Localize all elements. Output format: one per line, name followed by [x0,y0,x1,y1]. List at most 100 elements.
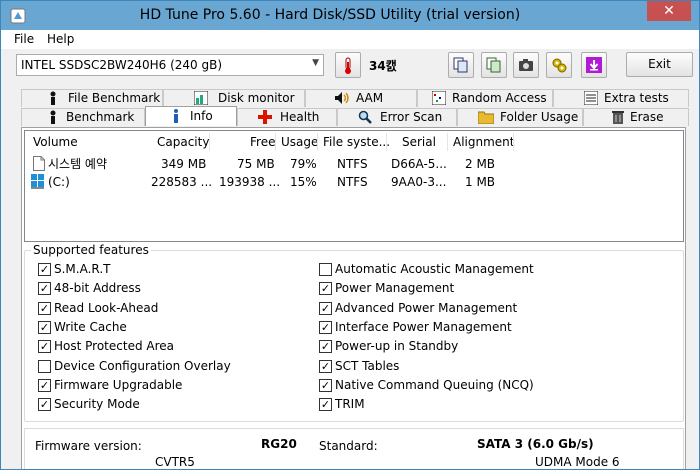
tab-strip: File Benchmark Disk monitor AAM Random A… [1,89,699,127]
tab-aam[interactable]: AAM [305,89,417,107]
tab-disk-monitor[interactable]: Disk monitor [163,89,305,107]
menu-file[interactable]: File [14,32,34,46]
unchecked-box-icon[interactable] [38,359,51,373]
drive-select[interactable]: INTEL SSDSC2BW240H6 (240 gB) ▼ [16,54,324,76]
tab-info[interactable]: Info [145,106,237,126]
extra-tests-icon [584,91,598,105]
temperature-value: 34캜 [369,59,397,73]
column-header-filesystem[interactable]: File syste... [323,131,390,153]
random-access-icon [432,91,446,105]
column-divider [209,133,210,151]
toolbar: INTEL SSDSC2BW240H6 (240 gB) ▼ 34캜 Exit [1,49,699,89]
temperature-button[interactable] [335,52,361,78]
health-cross-icon [258,110,272,124]
chart-icon [194,91,208,105]
drive-select-value: INTEL SSDSC2BW240H6 (240 gB) [21,58,223,72]
tab-benchmark[interactable]: Benchmark [21,108,145,126]
menu-help[interactable]: Help [47,32,74,46]
tab-label: AAM [356,91,384,105]
firmware-label: Firmware version: [35,439,142,453]
benchmark-icon [50,110,56,124]
checkmark-icon[interactable]: ✓ [38,378,51,392]
volume-capacity: 228583 ... [151,175,213,189]
standard-value: SATA 3 (6.0 Gb/s) [477,437,594,451]
feature-label: SCT Tables [335,358,400,373]
tab-erase[interactable]: Erase [583,108,689,126]
screenshot-button[interactable] [513,52,539,78]
info-panel: Volume Capacity Free Usage File syste...… [21,127,686,469]
feature-label: Firmware Upgradable [54,377,183,392]
volume-free: 193938 ... [219,175,281,189]
ultra-dma-value: UDMA Mode 6 [535,455,620,469]
trash-icon [612,111,624,124]
tab-label: Benchmark [66,110,135,124]
tab-extra-tests[interactable]: Extra tests [553,89,689,107]
feature-label: Write Cache [54,319,127,334]
checkmark-icon[interactable]: ✓ [319,301,332,315]
menu-bar: File Help [1,30,699,49]
tab-folder-usage[interactable]: Folder Usage [457,108,583,126]
info-icon [174,109,178,123]
options-button[interactable] [546,52,572,78]
column-header-capacity[interactable]: Capacity [157,131,209,153]
checkmark-icon[interactable]: ✓ [319,378,332,392]
camera-icon [519,59,533,71]
checkmark-icon[interactable]: ✓ [38,340,51,354]
column-divider [275,133,276,151]
volume-filesystem: NTFS [337,157,368,171]
volume-alignment: 1 MB [465,175,496,189]
serial-number-value: CVTR5 [155,455,195,469]
checkmark-icon[interactable]: ✓ [319,282,332,296]
checkmark-icon[interactable]: ✓ [319,398,332,412]
thermometer-icon [345,57,351,74]
window-title: HD Tune Pro 5.60 - Hard Disk/SSD Utility… [139,7,521,23]
copy-text-button[interactable] [448,52,474,78]
column-header-usage[interactable]: Usage [281,131,318,153]
column-header-volume[interactable]: Volume [33,131,78,153]
tab-label: Disk monitor [218,91,295,105]
tab-file-benchmark[interactable]: File Benchmark [21,89,163,107]
checkmark-icon[interactable]: ✓ [38,301,51,315]
feature-label: 48-bit Address [54,281,141,296]
folder-icon [478,111,494,124]
feature-label: Automatic Acoustic Management [335,262,534,276]
volume-name: 시스템 예약 [48,157,108,171]
volume-filesystem: NTFS [337,175,368,189]
checkmark-icon[interactable]: ✓ [319,359,332,373]
checkmark-icon[interactable]: ✓ [38,263,51,276]
table-row[interactable]: 시스템 예약 349 MB 75 MB 79% NTFS D66A-5... 2… [25,155,683,173]
checkmark-icon[interactable]: ✓ [38,320,51,334]
copy-info-button[interactable] [481,52,507,78]
tab-error-scan[interactable]: Error Scan [337,108,457,126]
column-divider [386,133,387,151]
unchecked-box-icon[interactable] [319,263,332,276]
exit-button[interactable]: Exit [626,52,693,77]
supported-features-group: Supported features ✓ S.M.A.R.T ✓ 48-bit Add… [24,243,684,422]
tab-label: Health [280,110,320,124]
volume-usage: 79% [290,157,317,171]
feature-label: Advanced Power Management [335,300,518,315]
volume-usage: 15% [290,175,317,189]
close-button[interactable]: ✕ [647,1,691,21]
tab-label: Folder Usage [500,110,579,124]
volume-list[interactable]: Volume Capacity Free Usage File syste...… [24,130,684,242]
tab-label: Extra tests [604,91,669,105]
supported-features-title: Supported features [31,243,151,257]
volume-serial: D66A-5... [391,157,447,171]
column-header-serial[interactable]: Serial [402,131,436,153]
volume-capacity: 349 MB [161,157,207,171]
checkmark-icon[interactable]: ✓ [38,282,51,296]
column-header-alignment[interactable]: Alignment [453,131,514,153]
tab-random-access[interactable]: Random Access [417,89,553,107]
feature-label: Power-up in Standby [335,339,459,354]
checkmark-icon[interactable]: ✓ [319,320,332,334]
feature-label: Security Mode [54,397,140,412]
table-row[interactable]: (C:) 228583 ... 193938 ... 15% NTFS 9AA0… [25,173,683,191]
volume-serial: 9AA0-3... [391,175,447,189]
save-button[interactable] [581,52,607,78]
tab-health[interactable]: Health [237,108,337,126]
magnifier-icon [358,110,372,124]
checkmark-icon[interactable]: ✓ [38,398,51,412]
column-header-free[interactable]: Free [250,131,275,153]
checkmark-icon[interactable]: ✓ [319,340,332,354]
